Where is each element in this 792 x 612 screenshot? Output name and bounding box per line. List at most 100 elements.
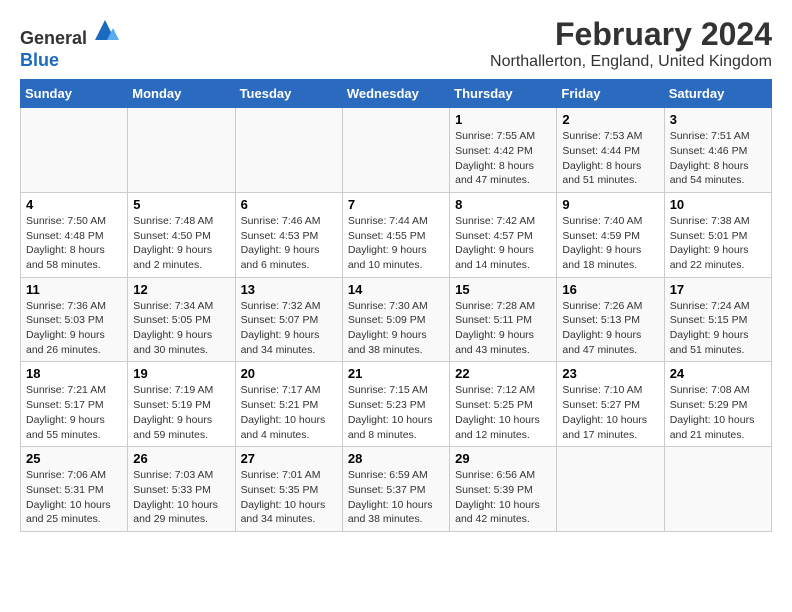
calendar-cell bbox=[128, 108, 235, 193]
calendar-cell: 9Sunrise: 7:40 AM Sunset: 4:59 PM Daylig… bbox=[557, 192, 664, 277]
day-number: 18 bbox=[26, 366, 122, 381]
day-info: Sunrise: 7:55 AM Sunset: 4:42 PM Dayligh… bbox=[455, 129, 551, 188]
day-info: Sunrise: 7:21 AM Sunset: 5:17 PM Dayligh… bbox=[26, 383, 122, 442]
day-number: 6 bbox=[241, 197, 337, 212]
day-number: 12 bbox=[133, 282, 229, 297]
title-block: February 2024 Northallerton, England, Un… bbox=[490, 16, 772, 71]
calendar-cell: 28 Sunrise: 6:59 AM Sunset: 5:37 PM Dayli… bbox=[342, 447, 449, 532]
day-info: Sunrise: 7:19 AM Sunset: 5:19 PM Dayligh… bbox=[133, 383, 229, 442]
day-info: Sunrise: 6:59 AM Sunset: 5:37 PM Dayligh… bbox=[348, 468, 444, 527]
day-info: Sunrise: 6:56 AM Sunset: 5:39 PM Dayligh… bbox=[455, 468, 551, 527]
day-number: 19 bbox=[133, 366, 229, 381]
day-number: 13 bbox=[241, 282, 337, 297]
day-number: 29 bbox=[455, 451, 551, 466]
day-info: Sunrise: 7:51 AM Sunset: 4:46 PM Dayligh… bbox=[670, 129, 766, 188]
header-day-wednesday: Wednesday bbox=[342, 80, 449, 108]
calendar-cell: 1 Sunrise: 7:55 AM Sunset: 4:42 PM Daylig… bbox=[450, 108, 557, 193]
calendar-header: SundayMondayTuesdayWednesdayThursdayFrid… bbox=[21, 80, 772, 108]
header-row: SundayMondayTuesdayWednesdayThursdayFrid… bbox=[21, 80, 772, 108]
calendar-cell: 4Sunrise: 7:50 AM Sunset: 4:48 PM Daylig… bbox=[21, 192, 128, 277]
page-title: February 2024 bbox=[490, 16, 772, 53]
day-number: 27 bbox=[241, 451, 337, 466]
header-day-saturday: Saturday bbox=[664, 80, 771, 108]
calendar-body: 1 Sunrise: 7:55 AM Sunset: 4:42 PM Daylig… bbox=[21, 108, 772, 532]
header-day-monday: Monday bbox=[128, 80, 235, 108]
calendar-cell: 27 Sunrise: 7:01 AM Sunset: 5:35 PM Dayli… bbox=[235, 447, 342, 532]
calendar-cell: 5 Sunrise: 7:48 AM Sunset: 4:50 PM Daylig… bbox=[128, 192, 235, 277]
day-info: Sunrise: 7:12 AM Sunset: 5:25 PM Dayligh… bbox=[455, 383, 551, 442]
calendar-cell bbox=[664, 447, 771, 532]
day-info: Sunrise: 7:42 AM Sunset: 4:57 PM Dayligh… bbox=[455, 214, 551, 273]
day-info: Sunrise: 7:53 AM Sunset: 4:44 PM Dayligh… bbox=[562, 129, 658, 188]
day-info: Sunrise: 7:17 AM Sunset: 5:21 PM Dayligh… bbox=[241, 383, 337, 442]
calendar-cell bbox=[342, 108, 449, 193]
header-day-thursday: Thursday bbox=[450, 80, 557, 108]
calendar-cell: 15 Sunrise: 7:28 AM Sunset: 5:11 PM Dayli… bbox=[450, 277, 557, 362]
page-subtitle: Northallerton, England, United Kingdom bbox=[490, 53, 772, 71]
day-info: Sunrise: 7:38 AM Sunset: 5:01 PM Dayligh… bbox=[670, 214, 766, 273]
day-number: 24 bbox=[670, 366, 766, 381]
calendar-cell: 11 Sunrise: 7:36 AM Sunset: 5:03 PM Dayli… bbox=[21, 277, 128, 362]
day-number: 20 bbox=[241, 366, 337, 381]
logo-blue: Blue bbox=[20, 50, 59, 70]
day-info: Sunrise: 7:15 AM Sunset: 5:23 PM Dayligh… bbox=[348, 383, 444, 442]
day-number: 22 bbox=[455, 366, 551, 381]
day-number: 5 bbox=[133, 197, 229, 212]
calendar-cell: 18 Sunrise: 7:21 AM Sunset: 5:17 PM Dayli… bbox=[21, 362, 128, 447]
calendar-week-4: 25 Sunrise: 7:06 AM Sunset: 5:31 PM Dayli… bbox=[21, 447, 772, 532]
day-number: 8 bbox=[455, 197, 551, 212]
day-info: Sunrise: 7:30 AM Sunset: 5:09 PM Dayligh… bbox=[348, 299, 444, 358]
day-number: 1 bbox=[455, 112, 551, 127]
header-day-friday: Friday bbox=[557, 80, 664, 108]
day-number: 14 bbox=[348, 282, 444, 297]
calendar-cell: 2 Sunrise: 7:53 AM Sunset: 4:44 PM Daylig… bbox=[557, 108, 664, 193]
calendar-cell: 25 Sunrise: 7:06 AM Sunset: 5:31 PM Dayli… bbox=[21, 447, 128, 532]
header-day-sunday: Sunday bbox=[21, 80, 128, 108]
calendar-cell: 26Sunrise: 7:03 AM Sunset: 5:33 PM Dayli… bbox=[128, 447, 235, 532]
day-number: 10 bbox=[670, 197, 766, 212]
day-info: Sunrise: 7:28 AM Sunset: 5:11 PM Dayligh… bbox=[455, 299, 551, 358]
day-number: 17 bbox=[670, 282, 766, 297]
day-number: 25 bbox=[26, 451, 122, 466]
day-info: Sunrise: 7:01 AM Sunset: 5:35 PM Dayligh… bbox=[241, 468, 337, 527]
day-info: Sunrise: 7:24 AM Sunset: 5:15 PM Dayligh… bbox=[670, 299, 766, 358]
day-info: Sunrise: 7:06 AM Sunset: 5:31 PM Dayligh… bbox=[26, 468, 122, 527]
calendar-week-3: 18 Sunrise: 7:21 AM Sunset: 5:17 PM Dayli… bbox=[21, 362, 772, 447]
day-info: Sunrise: 7:10 AM Sunset: 5:27 PM Dayligh… bbox=[562, 383, 658, 442]
calendar-cell bbox=[235, 108, 342, 193]
day-number: 15 bbox=[455, 282, 551, 297]
day-info: Sunrise: 7:32 AM Sunset: 5:07 PM Dayligh… bbox=[241, 299, 337, 358]
day-info: Sunrise: 7:48 AM Sunset: 4:50 PM Dayligh… bbox=[133, 214, 229, 273]
calendar-table: SundayMondayTuesdayWednesdayThursdayFrid… bbox=[20, 79, 772, 532]
calendar-cell bbox=[21, 108, 128, 193]
logo-icon bbox=[91, 16, 119, 44]
logo-text: General Blue bbox=[20, 16, 119, 71]
calendar-cell: 21 Sunrise: 7:15 AM Sunset: 5:23 PM Dayli… bbox=[342, 362, 449, 447]
calendar-cell: 16Sunrise: 7:26 AM Sunset: 5:13 PM Dayli… bbox=[557, 277, 664, 362]
day-info: Sunrise: 7:36 AM Sunset: 5:03 PM Dayligh… bbox=[26, 299, 122, 358]
day-info: Sunrise: 7:34 AM Sunset: 5:05 PM Dayligh… bbox=[133, 299, 229, 358]
day-number: 2 bbox=[562, 112, 658, 127]
calendar-cell bbox=[557, 447, 664, 532]
day-number: 23 bbox=[562, 366, 658, 381]
day-number: 4 bbox=[26, 197, 122, 212]
calendar-week-0: 1 Sunrise: 7:55 AM Sunset: 4:42 PM Daylig… bbox=[21, 108, 772, 193]
day-number: 11 bbox=[26, 282, 122, 297]
page-header: General Blue February 2024 Northallerton… bbox=[20, 16, 772, 71]
calendar-cell: 24Sunrise: 7:08 AM Sunset: 5:29 PM Dayli… bbox=[664, 362, 771, 447]
calendar-cell: 19 Sunrise: 7:19 AM Sunset: 5:19 PM Dayli… bbox=[128, 362, 235, 447]
calendar-cell: 7Sunrise: 7:44 AM Sunset: 4:55 PM Daylig… bbox=[342, 192, 449, 277]
day-number: 21 bbox=[348, 366, 444, 381]
day-info: Sunrise: 7:26 AM Sunset: 5:13 PM Dayligh… bbox=[562, 299, 658, 358]
calendar-cell: 29 Sunrise: 6:56 AM Sunset: 5:39 PM Dayli… bbox=[450, 447, 557, 532]
logo-general: General bbox=[20, 28, 87, 48]
calendar-cell: 10 Sunrise: 7:38 AM Sunset: 5:01 PM Dayli… bbox=[664, 192, 771, 277]
calendar-cell: 22 Sunrise: 7:12 AM Sunset: 5:25 PM Dayli… bbox=[450, 362, 557, 447]
day-info: Sunrise: 7:44 AM Sunset: 4:55 PM Dayligh… bbox=[348, 214, 444, 273]
calendar-cell: 13 Sunrise: 7:32 AM Sunset: 5:07 PM Dayli… bbox=[235, 277, 342, 362]
calendar-cell: 3Sunrise: 7:51 AM Sunset: 4:46 PM Daylig… bbox=[664, 108, 771, 193]
day-info: Sunrise: 7:03 AM Sunset: 5:33 PM Dayligh… bbox=[133, 468, 229, 527]
day-info: Sunrise: 7:46 AM Sunset: 4:53 PM Dayligh… bbox=[241, 214, 337, 273]
day-number: 28 bbox=[348, 451, 444, 466]
calendar-cell: 14 Sunrise: 7:30 AM Sunset: 5:09 PM Dayli… bbox=[342, 277, 449, 362]
